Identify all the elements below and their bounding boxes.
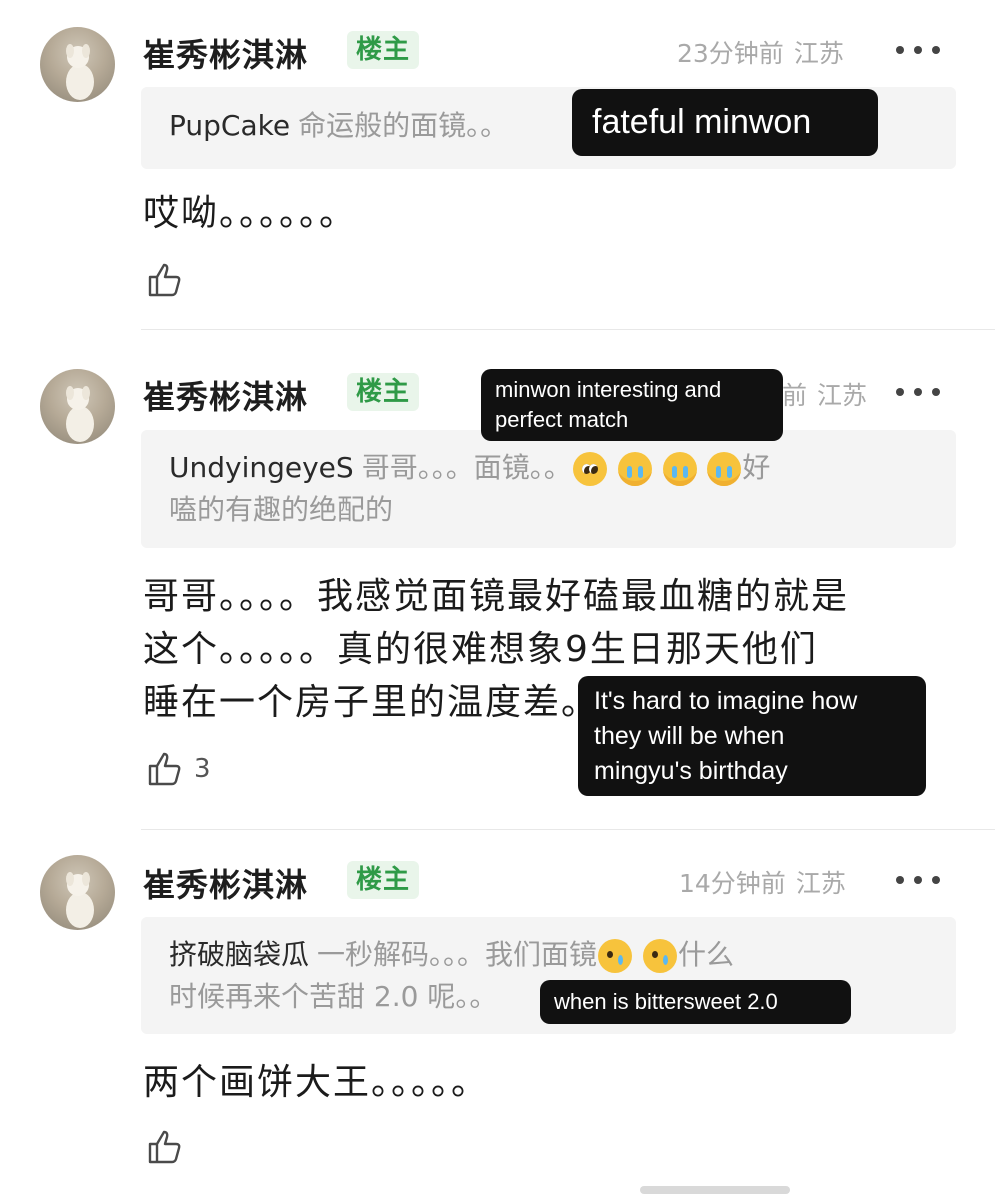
like-count: 3: [194, 754, 211, 784]
thumbs-up-icon: [148, 263, 181, 297]
location: 江苏: [793, 39, 844, 68]
username[interactable]: 崔秀彬淇淋: [143, 30, 308, 76]
quote-author[interactable]: UndyingeyeS: [169, 451, 354, 484]
location: 江苏: [817, 381, 868, 410]
comment-meta: 前江苏: [782, 376, 867, 412]
user-avatar[interactable]: [40, 27, 115, 102]
scroll-indicator: [640, 1186, 790, 1194]
quote-author[interactable]: 挤破脑袋瓜: [169, 938, 309, 971]
quote-text: 一秒解码。。。我们面镜: [317, 938, 598, 971]
more-options-icon[interactable]: [896, 43, 940, 57]
like-button[interactable]: [146, 261, 184, 299]
location: 江苏: [795, 869, 846, 898]
quote-text: 好: [742, 451, 771, 484]
subtitle-overlay: minwon interesting and perfect match: [481, 369, 783, 441]
op-badge: 楼主: [347, 373, 419, 411]
loudly-crying-face-emoji: [662, 452, 697, 486]
like-button[interactable]: [146, 1128, 184, 1166]
quote-text: 哥哥。。。面镜。。: [361, 451, 572, 484]
subtitle-overlay: when is bittersweet 2.0: [540, 980, 851, 1024]
smiling-face-with-tear-emoji: [598, 939, 633, 973]
quoted-comment[interactable]: UndyingeyeS 哥哥。。。面镜。。 好 嗑的有趣的绝配的: [141, 430, 956, 548]
op-badge: 楼主: [347, 31, 419, 69]
subtitle-overlay: It's hard to imagine how they will be wh…: [578, 676, 926, 796]
reply-text: 哎呦。。。。。。: [143, 193, 358, 234]
comment-meta: 14分钟前 江苏: [679, 864, 846, 900]
timestamp: 14分钟前: [679, 869, 786, 898]
loudly-crying-face-emoji: [707, 452, 742, 486]
quote-text: 什么: [677, 938, 734, 971]
avatar-image: [66, 386, 94, 442]
timestamp: 23分钟前: [677, 39, 784, 68]
quote-author[interactable]: PupCake: [169, 109, 290, 142]
like-button[interactable]: 3: [146, 750, 211, 788]
username[interactable]: 崔秀彬淇淋: [143, 372, 308, 418]
comment-meta: 23分钟前 江苏: [677, 34, 844, 70]
thumbs-up-icon: [148, 1130, 181, 1164]
avatar-image: [66, 44, 94, 100]
loudly-crying-face-emoji: [617, 452, 652, 486]
subtitle-overlay: fateful minwon: [572, 89, 878, 156]
avatar-image: [66, 872, 94, 928]
timestamp: 前: [782, 381, 808, 410]
smiling-face-with-tear-emoji: [642, 939, 677, 973]
user-avatar[interactable]: [40, 369, 115, 444]
op-badge: 楼主: [347, 861, 419, 899]
more-options-icon[interactable]: [896, 873, 940, 887]
username[interactable]: 崔秀彬淇淋: [143, 860, 308, 906]
quote-text: 嗑的有趣的绝配的: [169, 493, 394, 526]
more-options-icon[interactable]: [896, 385, 940, 399]
thumbs-up-icon: [148, 752, 181, 786]
comment-divider: [141, 829, 995, 830]
comment-divider: [141, 329, 995, 330]
reply-text: 两个画饼大王。。。。。: [143, 1062, 490, 1103]
quote-text: 命运般的面镜。。: [298, 109, 509, 142]
pleading-face-emoji: [572, 452, 607, 486]
user-avatar[interactable]: [40, 855, 115, 930]
